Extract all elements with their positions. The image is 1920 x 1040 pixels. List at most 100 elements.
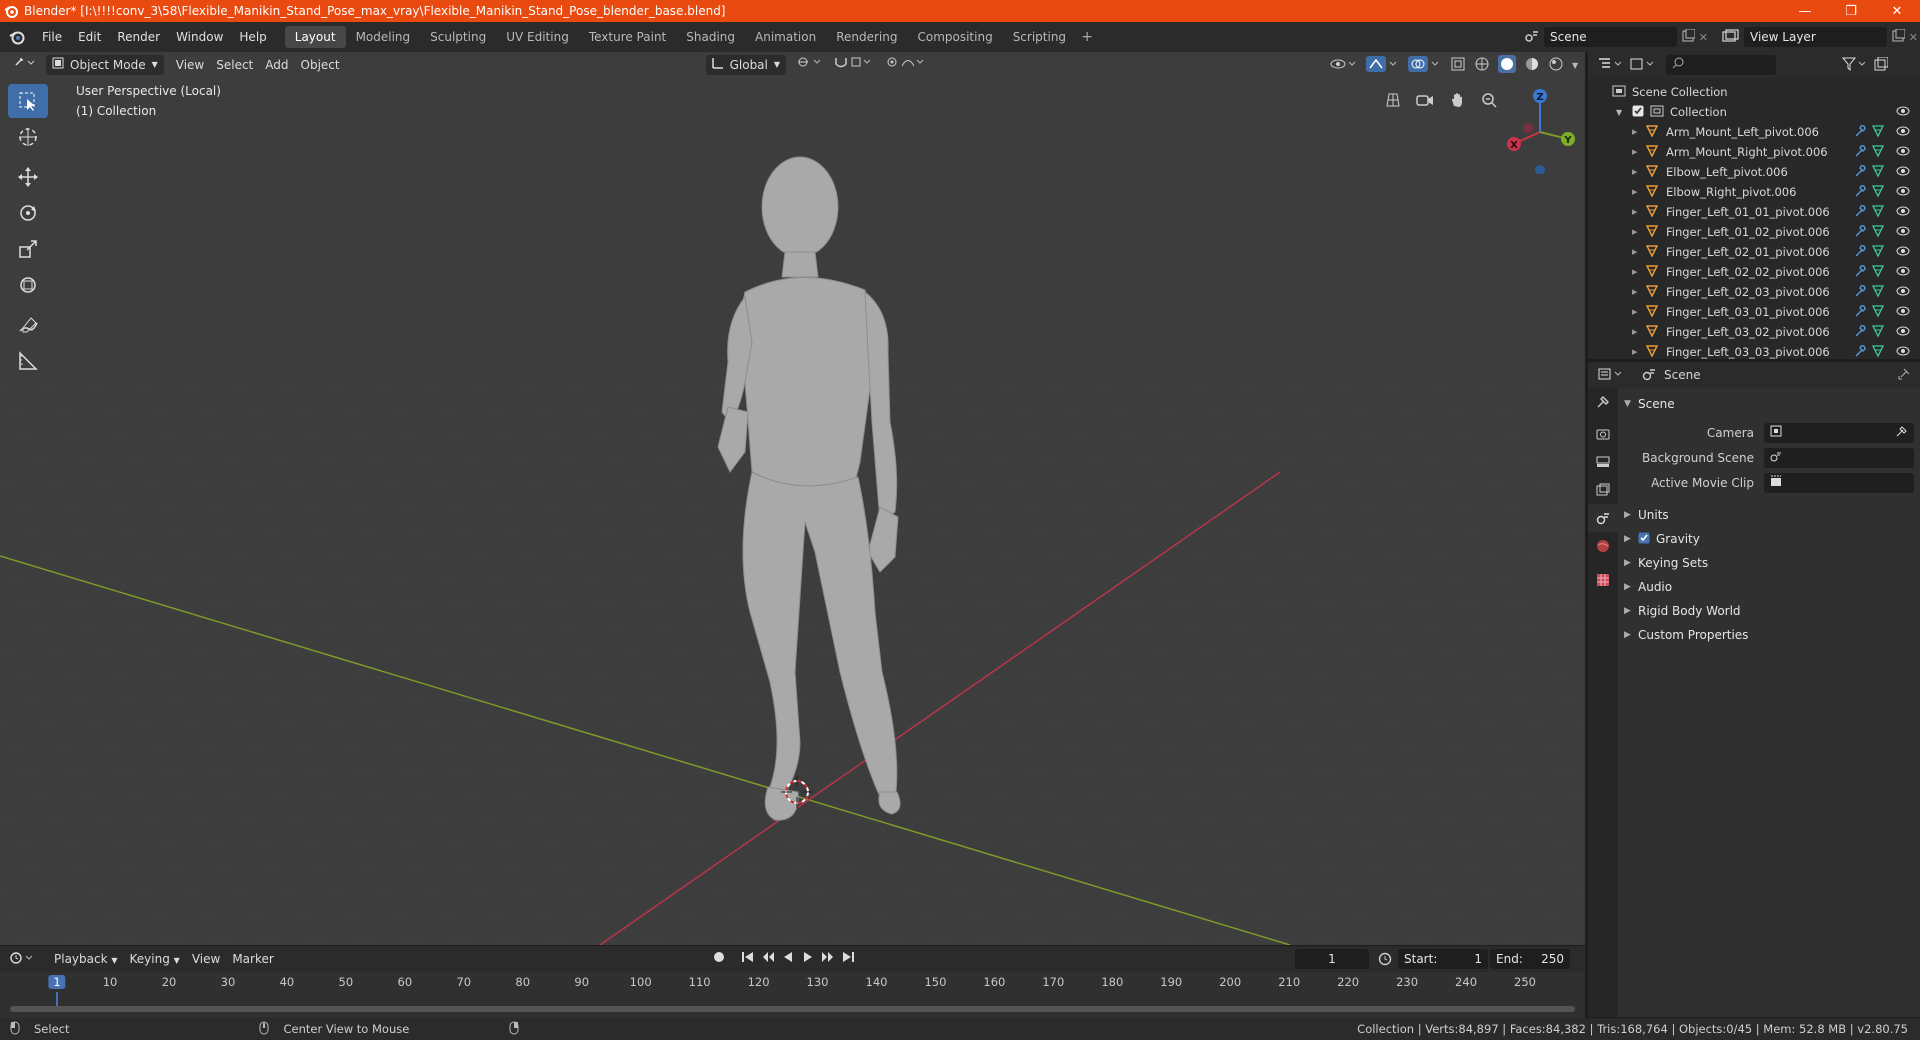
outliner-object-row[interactable]: ▶ Elbow_Left_pivot.006 — [1588, 162, 1920, 182]
modifier-wrench-icon[interactable] — [1854, 264, 1866, 281]
custom-properties-panel-header[interactable]: ▶ Custom Properties — [1624, 623, 1914, 647]
scene-name-field[interactable]: Scene — [1544, 27, 1677, 47]
outliner-object-row[interactable]: ▶ Finger_Left_02_01_pivot.006 — [1588, 242, 1920, 262]
expand-arrow-icon[interactable]: ▶ — [1632, 188, 1644, 196]
menu-window[interactable]: Window — [168, 22, 231, 52]
viewport-menu-select[interactable]: Select — [210, 55, 259, 75]
current-frame-field[interactable]: 1 — [1295, 949, 1369, 969]
pin-icon[interactable] — [1898, 368, 1910, 383]
filter-icon[interactable] — [1841, 57, 1868, 74]
mesh-data-icon[interactable] — [1871, 124, 1885, 141]
move-tool[interactable] — [8, 160, 48, 194]
mesh-data-icon[interactable] — [1871, 224, 1885, 241]
modifier-wrench-icon[interactable] — [1854, 164, 1866, 181]
eye-icon[interactable] — [1896, 325, 1910, 340]
marker-menu[interactable]: Marker — [226, 949, 279, 969]
new-view-layer-icon[interactable] — [1891, 28, 1906, 46]
mesh-data-icon[interactable] — [1871, 324, 1885, 341]
timeline-editor-type-icon[interactable] — [10, 951, 36, 968]
tab-sculpting[interactable]: Sculpting — [420, 26, 496, 48]
menu-file[interactable]: File — [34, 22, 70, 52]
tab-animation[interactable]: Animation — [745, 26, 826, 48]
transform-tool[interactable] — [8, 268, 48, 302]
shading-material-icon[interactable] — [1524, 56, 1540, 75]
auto-keying-icon[interactable] — [712, 950, 726, 967]
outliner-object-row[interactable]: ▶ Finger_Left_03_03_pivot.006 — [1588, 342, 1920, 359]
eyedropper-icon[interactable] — [1896, 425, 1908, 440]
gravity-checkbox[interactable] — [1638, 532, 1650, 547]
tab-scripting[interactable]: Scripting — [1003, 26, 1076, 48]
editor-type-icon[interactable] — [8, 55, 42, 75]
annotate-tool[interactable] — [8, 308, 48, 342]
eye-icon[interactable] — [1896, 285, 1910, 300]
outliner-object-row[interactable]: ▶ Arm_Mount_Right_pivot.006 — [1588, 142, 1920, 162]
modifier-wrench-icon[interactable] — [1854, 304, 1866, 321]
view-layer-name-field[interactable]: View Layer — [1744, 27, 1887, 47]
outliner-object-row[interactable]: ▶ Finger_Left_03_01_pivot.006 — [1588, 302, 1920, 322]
shading-solid-icon[interactable] — [1498, 55, 1516, 76]
new-collection-icon[interactable] — [1874, 56, 1889, 74]
eye-icon[interactable] — [1896, 145, 1910, 160]
rotate-tool[interactable] — [8, 196, 48, 230]
eye-icon[interactable] — [1896, 185, 1910, 200]
scale-tool[interactable] — [8, 232, 48, 266]
keying-menu[interactable]: Keying ▼ — [124, 949, 186, 969]
camera-field[interactable] — [1764, 422, 1914, 443]
keying-sets-panel-header[interactable]: ▶ Keying Sets — [1624, 551, 1914, 575]
modifier-wrench-icon[interactable] — [1854, 284, 1866, 301]
modifier-wrench-icon[interactable] — [1854, 244, 1866, 261]
expand-arrow-icon[interactable]: ▶ — [1632, 268, 1644, 276]
expand-arrow-icon[interactable]: ▶ — [1632, 328, 1644, 336]
checkbox-icon[interactable] — [1632, 105, 1644, 120]
axis-navigation-gizmo[interactable]: Z Y X — [1500, 84, 1580, 174]
outliner-collection-row[interactable]: ▼ Collection — [1588, 102, 1920, 122]
tab-rendering[interactable]: Rendering — [826, 26, 907, 48]
outliner-object-row[interactable]: ▶ Finger_Left_02_03_pivot.006 — [1588, 282, 1920, 302]
playhead-frame-indicator[interactable]: 1 — [48, 975, 66, 989]
mesh-data-icon[interactable] — [1871, 144, 1885, 161]
render-tab-icon[interactable] — [1588, 420, 1618, 448]
outliner-object-row[interactable]: ▶ Finger_Left_02_02_pivot.006 — [1588, 262, 1920, 282]
view-layer-tab-icon[interactable] — [1588, 476, 1618, 504]
select-box-tool[interactable] — [8, 84, 48, 118]
mesh-data-icon[interactable] — [1871, 344, 1885, 359]
timeline-scrollbar[interactable] — [10, 1006, 1575, 1012]
xray-toggle-icon[interactable] — [1450, 56, 1466, 75]
outliner-editor-type-icon[interactable] — [1598, 57, 1624, 74]
expand-arrow-icon[interactable]: ▶ — [1632, 168, 1644, 176]
expand-arrow-icon[interactable]: ▶ — [1632, 308, 1644, 316]
modifier-wrench-icon[interactable] — [1854, 144, 1866, 161]
zoom-view-icon[interactable] — [1476, 87, 1502, 113]
modifier-wrench-icon[interactable] — [1854, 344, 1866, 359]
tab-compositing[interactable]: Compositing — [907, 26, 1002, 48]
eye-icon[interactable] — [1896, 205, 1910, 220]
cursor-tool[interactable] — [8, 120, 48, 154]
display-mode-icon[interactable] — [1630, 57, 1656, 74]
scene-panel-header[interactable]: ▼ Scene — [1624, 392, 1914, 416]
new-scene-icon[interactable] — [1681, 28, 1696, 46]
chevron-down-icon[interactable]: ▼ — [1572, 61, 1578, 70]
mesh-data-icon[interactable] — [1871, 264, 1885, 281]
3d-viewport[interactable]: Object Mode ▼ View Select Add Object Glo… — [0, 52, 1585, 945]
outliner-object-row[interactable]: ▶ Finger_Left_01_02_pivot.006 — [1588, 222, 1920, 242]
outliner-scene-collection[interactable]: Scene Collection — [1588, 82, 1920, 102]
jump-to-keyframe-next-icon[interactable] — [820, 950, 836, 967]
menu-help[interactable]: Help — [231, 22, 274, 52]
mesh-data-icon[interactable] — [1871, 284, 1885, 301]
mesh-data-icon[interactable] — [1871, 244, 1885, 261]
visibility-selectability-icon[interactable] — [1330, 57, 1358, 74]
expand-arrow-icon[interactable]: ▶ — [1632, 148, 1644, 156]
mesh-data-icon[interactable] — [1871, 304, 1885, 321]
tool-tab-icon[interactable] — [1588, 388, 1618, 416]
shading-wireframe-icon[interactable] — [1474, 56, 1490, 75]
eye-icon[interactable] — [1896, 165, 1910, 180]
mesh-data-icon[interactable] — [1871, 164, 1885, 181]
eye-icon[interactable] — [1896, 345, 1910, 359]
tab-uv-editing[interactable]: UV Editing — [496, 26, 579, 48]
gravity-panel-header[interactable]: ▶ Gravity — [1624, 527, 1914, 551]
modifier-wrench-icon[interactable] — [1854, 184, 1866, 201]
mesh-data-icon[interactable] — [1871, 204, 1885, 221]
scene-tab-icon[interactable] — [1588, 504, 1618, 532]
expand-arrow-icon[interactable]: ▼ — [1616, 108, 1628, 117]
remove-view-layer-icon[interactable]: ✕ — [1909, 31, 1918, 44]
